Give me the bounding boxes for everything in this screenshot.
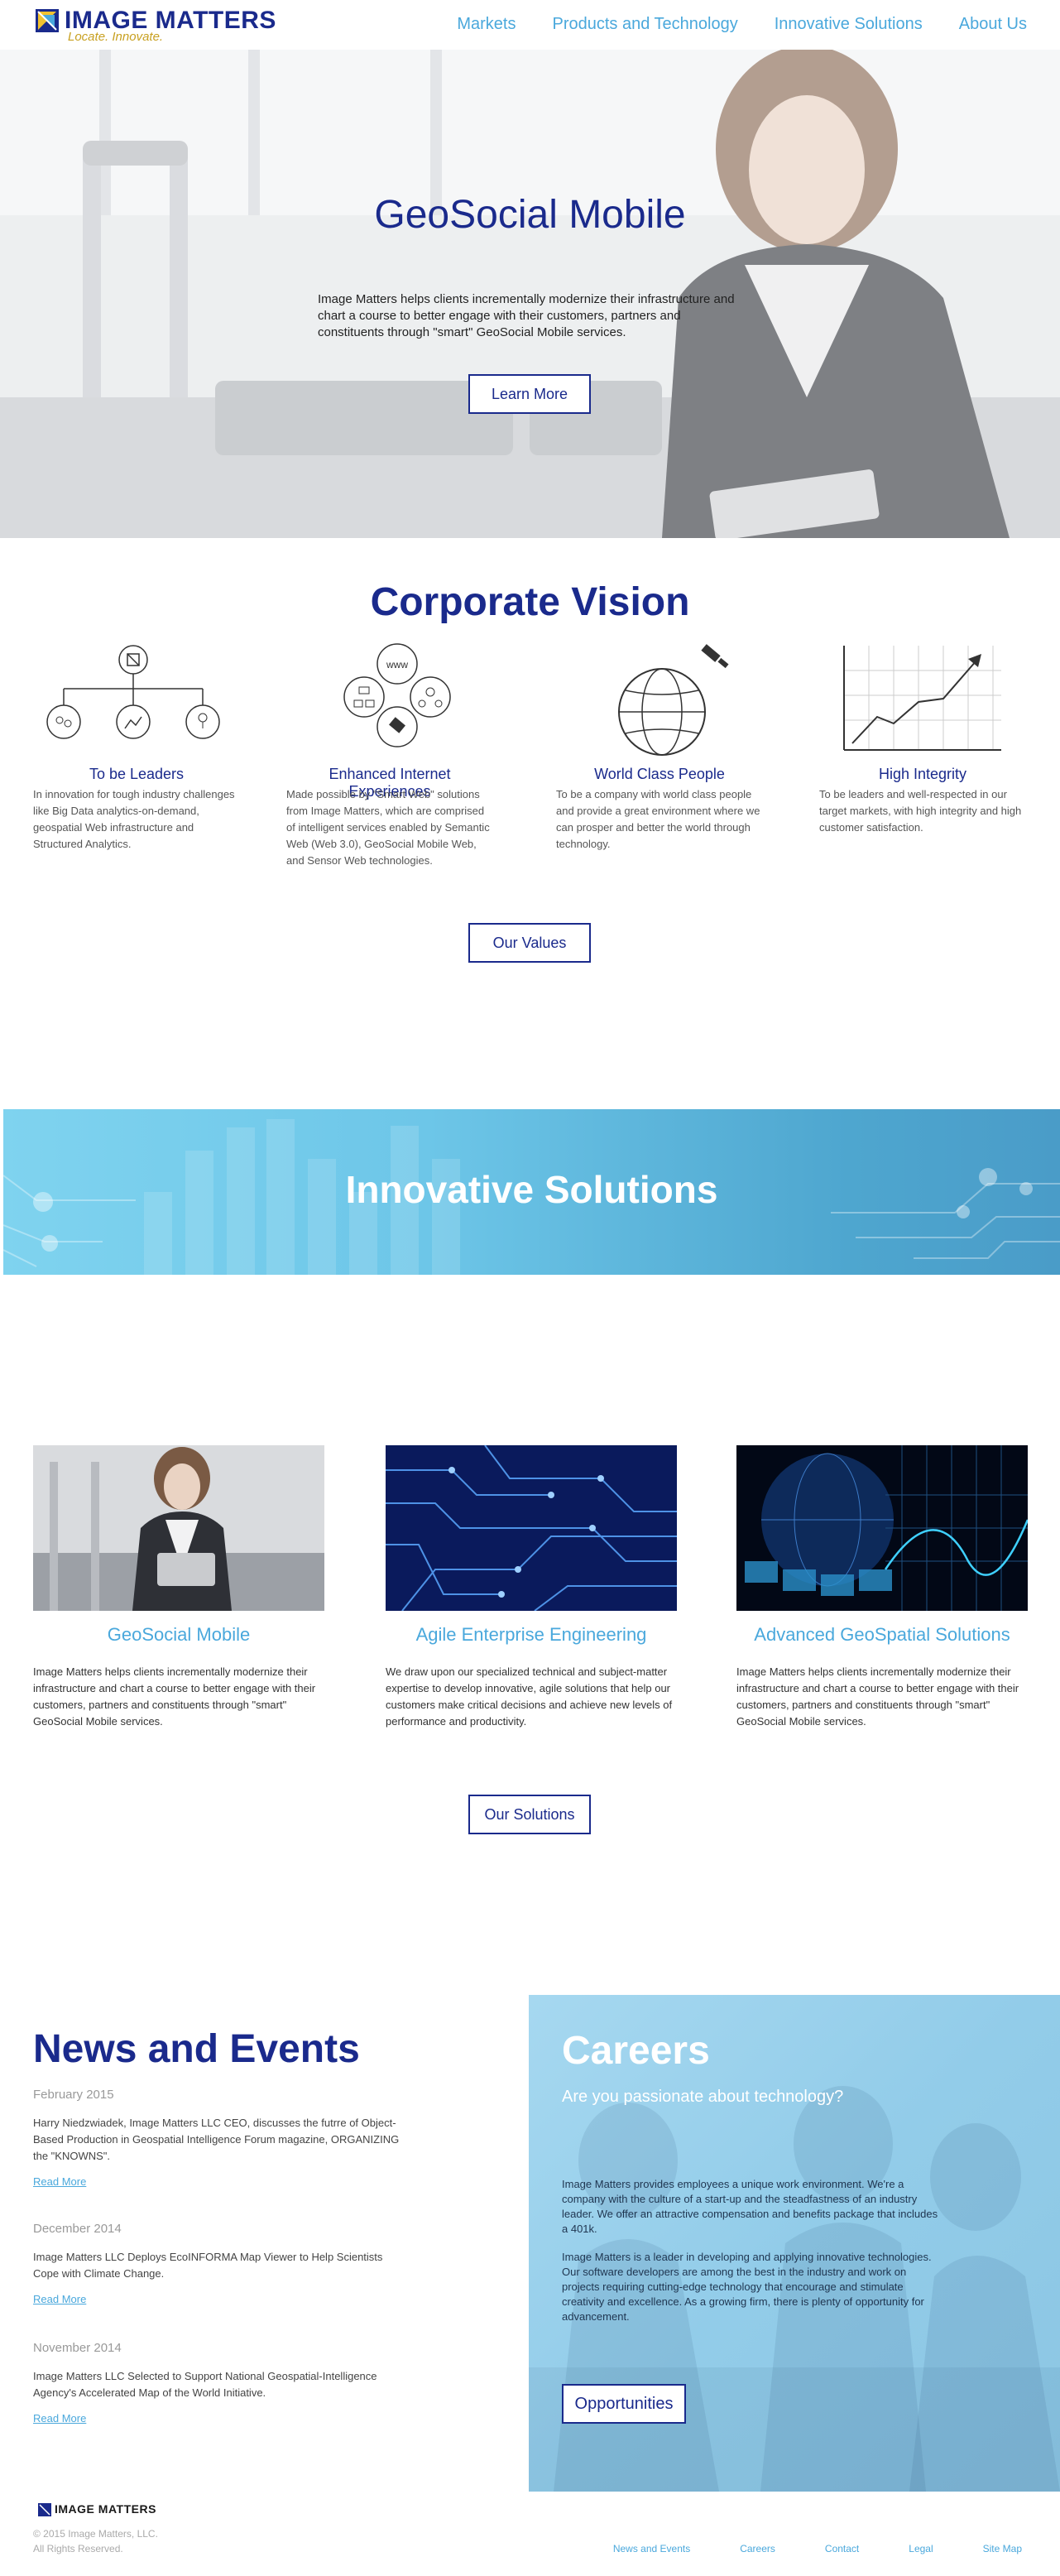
nav-products-and-technology[interactable]: Products and Technology bbox=[552, 15, 737, 34]
news-item: November 2014 Image Matters LLC Selected… bbox=[33, 2341, 405, 2426]
vision-text: To be a company with world class people … bbox=[556, 788, 760, 850]
hero-title: GeoSocial Mobile bbox=[374, 193, 686, 237]
site-header: IMAGE MATTERS Locate. Innovate. Markets … bbox=[0, 0, 1060, 50]
footer-logo-name: IMAGE MATTERS bbox=[55, 2502, 156, 2516]
solution-title[interactable]: Advanced GeoSpatial Solutions bbox=[736, 1624, 1028, 1646]
footer-logo[interactable]: IMAGE MATTERS bbox=[38, 2502, 204, 2518]
www-label: www bbox=[386, 659, 408, 670]
vision-heading: High Integrity bbox=[878, 766, 967, 782]
copyright-text: © 2015 Image Matters, LLC. bbox=[33, 2528, 158, 2540]
careers-paragraph: Image Matters is a leader in developing … bbox=[562, 2251, 932, 2323]
careers-title: Careers bbox=[562, 2029, 710, 2073]
footer-link-news-and-events[interactable]: News and Events bbox=[613, 2543, 690, 2554]
footer-link-careers[interactable]: Careers bbox=[740, 2543, 775, 2554]
woman-with-tablet-image[interactable] bbox=[33, 1445, 324, 1611]
solution-title[interactable]: Agile Enterprise Engineering bbox=[386, 1624, 677, 1646]
careers-paragraph: Image Matters provides employees a uniqu… bbox=[562, 2178, 938, 2235]
solution-text: We draw upon our specialized technical a… bbox=[386, 1665, 673, 1728]
logo-mark-icon bbox=[38, 2503, 51, 2516]
footer-link-contact[interactable]: Contact bbox=[825, 2543, 859, 2554]
rights-text: All Rights Reserved. bbox=[33, 2543, 123, 2554]
vision-heading: World Class People bbox=[594, 766, 725, 782]
circuit-board-image[interactable] bbox=[386, 1445, 677, 1611]
logo-tagline: Locate. Innovate. bbox=[68, 30, 164, 44]
nav-innovative-solutions[interactable]: Innovative Solutions bbox=[775, 15, 923, 34]
footer-link-site-map[interactable]: Site Map bbox=[983, 2543, 1022, 2554]
footer-nav: News and Events Careers Contact Legal Si… bbox=[613, 2543, 1022, 2554]
vision-text: To be leaders and well-respected in our … bbox=[819, 788, 1022, 834]
read-more-link[interactable]: Read More bbox=[33, 2293, 86, 2305]
globe-satellite-icon bbox=[618, 644, 729, 756]
news-and-events-title: News and Events bbox=[33, 2027, 360, 2071]
logo-mark-icon bbox=[36, 9, 59, 32]
innovative-solutions-banner: Innovative Solutions bbox=[3, 1109, 1060, 1275]
news-date: November 2014 bbox=[33, 2341, 122, 2355]
vision-text: In innovation for tough industry challen… bbox=[33, 788, 235, 850]
web-network-icon: www bbox=[343, 643, 451, 747]
opportunities-button[interactable]: Opportunities bbox=[562, 2384, 686, 2424]
logo[interactable]: IMAGE MATTERS Locate. Innovate. bbox=[35, 5, 333, 45]
footer-copyright: © 2015 Image Matters, LLC. All Rights Re… bbox=[33, 2526, 158, 2556]
innovative-solutions-title: Innovative Solutions bbox=[345, 1168, 718, 1211]
digital-globe-image[interactable] bbox=[736, 1445, 1028, 1611]
read-more-link[interactable]: Read More bbox=[33, 2175, 86, 2188]
vision-text: Made possible by "Smart Web" solutions f… bbox=[286, 788, 490, 867]
solution-title[interactable]: GeoSocial Mobile bbox=[33, 1624, 324, 1646]
rising-chart-icon bbox=[843, 646, 1001, 751]
nav-about-us[interactable]: About Us bbox=[959, 15, 1027, 34]
solution-text: Image Matters helps clients incrementall… bbox=[33, 1665, 316, 1728]
main-nav: Markets Products and Technology Innovati… bbox=[457, 15, 1027, 34]
our-solutions-button[interactable]: Our Solutions bbox=[468, 1795, 591, 1834]
hero-text: Image Matters helps clients incrementall… bbox=[318, 292, 735, 339]
nav-markets[interactable]: Markets bbox=[457, 15, 516, 34]
careers-subtitle: Are you passionate about technology? bbox=[562, 2088, 844, 2106]
news-body: Image Matters LLC Deploys EcoINFORMA Map… bbox=[33, 2251, 383, 2280]
footer-link-legal[interactable]: Legal bbox=[909, 2543, 933, 2554]
careers-panel: Careers Are you passionate about technol… bbox=[529, 1995, 1060, 2492]
news-item: December 2014 Image Matters LLC Deploys … bbox=[33, 2222, 405, 2307]
news-date: February 2015 bbox=[33, 2088, 114, 2102]
news-item: February 2015 Harry Niedzwiadek, Image M… bbox=[33, 2088, 405, 2189]
vision-heading: To be Leaders bbox=[89, 766, 185, 782]
read-more-link[interactable]: Read More bbox=[33, 2412, 86, 2425]
corporate-vision-title: Corporate Vision bbox=[370, 580, 690, 624]
learn-more-button[interactable]: Learn More bbox=[468, 374, 591, 414]
news-body: Harry Niedzwiadek, Image Matters LLC CEO… bbox=[33, 2117, 400, 2162]
hierarchy-icon bbox=[46, 645, 220, 739]
our-values-button[interactable]: Our Values bbox=[468, 923, 591, 963]
news-body: Image Matters LLC Selected to Support Na… bbox=[33, 2370, 377, 2399]
hero-banner: GeoSocial Mobile Image Matters helps cli… bbox=[0, 50, 1060, 538]
solution-text: Image Matters helps clients incrementall… bbox=[736, 1665, 1019, 1728]
news-date: December 2014 bbox=[33, 2222, 122, 2236]
